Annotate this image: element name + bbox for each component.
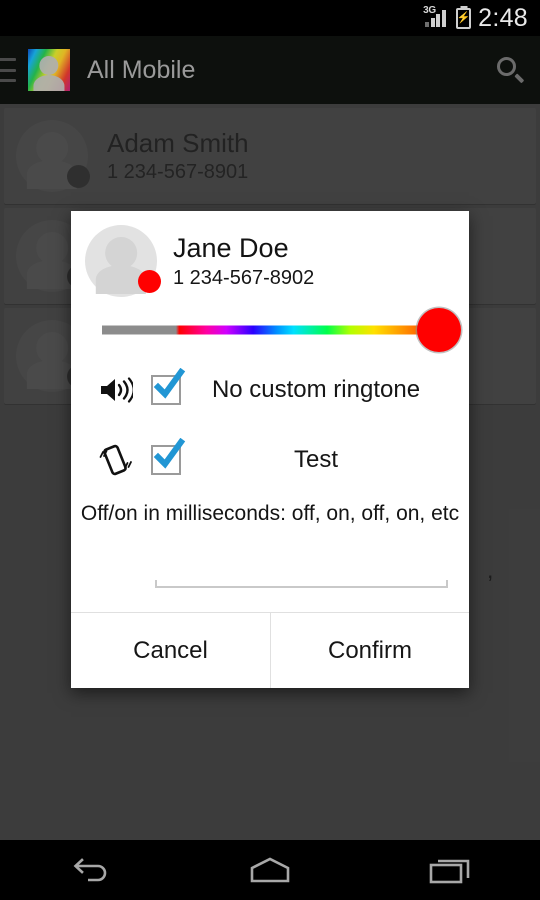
vibration-pattern-input[interactable]: [155, 552, 448, 588]
page-title: All Mobile: [87, 56, 196, 84]
confirm-button[interactable]: Confirm: [270, 613, 469, 688]
option-label-ringtone: No custom ringtone: [211, 376, 421, 403]
stray-comma-text: ,: [487, 557, 494, 583]
ringtone-checkbox[interactable]: [151, 368, 186, 405]
color-slider[interactable]: [71, 307, 469, 353]
home-icon[interactable]: [180, 840, 360, 900]
vibration-icon: [93, 444, 139, 476]
checkmark-icon: [153, 438, 186, 469]
status-bar-clock: 2:48: [478, 3, 528, 32]
contact-phone: 1 234-567-8902: [173, 267, 315, 289]
dialog-button-bar: Cancel Confirm: [71, 612, 469, 688]
dialog-contact-text: Jane Doe 1 234-567-8902: [173, 232, 314, 290]
checkmark-icon: [153, 368, 186, 399]
vibration-input-area: ,: [71, 526, 493, 612]
search-icon[interactable]: [480, 40, 540, 100]
contact-name: Jane Doe: [173, 233, 289, 263]
android-screen: 3G ⚡ 2:48 All Mobile Jane Doe 1 234-567-…: [0, 0, 540, 900]
signal-icon: 3G: [423, 6, 449, 29]
avatar: [85, 225, 161, 297]
contacts-app-icon[interactable]: [28, 49, 70, 91]
navigation-bar: [0, 840, 540, 900]
status-bar-right-cluster: 3G ⚡ 2:48: [423, 3, 528, 32]
ringtone-settings-dialog: Jane Doe 1 234-567-8902 No custom ringto…: [71, 211, 493, 688]
vibration-hint-text: Off/on in milliseconds: off, on, off, on…: [80, 502, 460, 525]
status-bar: 3G ⚡ 2:48: [0, 0, 540, 36]
app-bar: All Mobile: [0, 36, 540, 104]
recent-apps-icon[interactable]: [360, 840, 540, 900]
option-row-vibration[interactable]: Test: [71, 425, 469, 495]
speaker-sound-icon: [93, 376, 139, 404]
dialog-header: Jane Doe 1 234-567-8902: [71, 211, 469, 303]
hamburger-menu-icon[interactable]: [0, 58, 16, 82]
vibration-checkbox[interactable]: [151, 438, 186, 475]
battery-charging-icon: ⚡: [456, 7, 472, 29]
status-badge: [138, 270, 161, 293]
option-row-ringtone[interactable]: No custom ringtone: [71, 355, 469, 425]
option-label-vibration: Test: [293, 446, 338, 473]
cancel-button[interactable]: Cancel: [71, 613, 270, 688]
color-slider-track[interactable]: [102, 325, 438, 335]
charging-bolt-glyph: ⚡: [456, 11, 471, 24]
back-arrow-icon[interactable]: [0, 840, 180, 900]
color-slider-thumb[interactable]: [417, 308, 461, 352]
signal-bars: [425, 10, 446, 27]
